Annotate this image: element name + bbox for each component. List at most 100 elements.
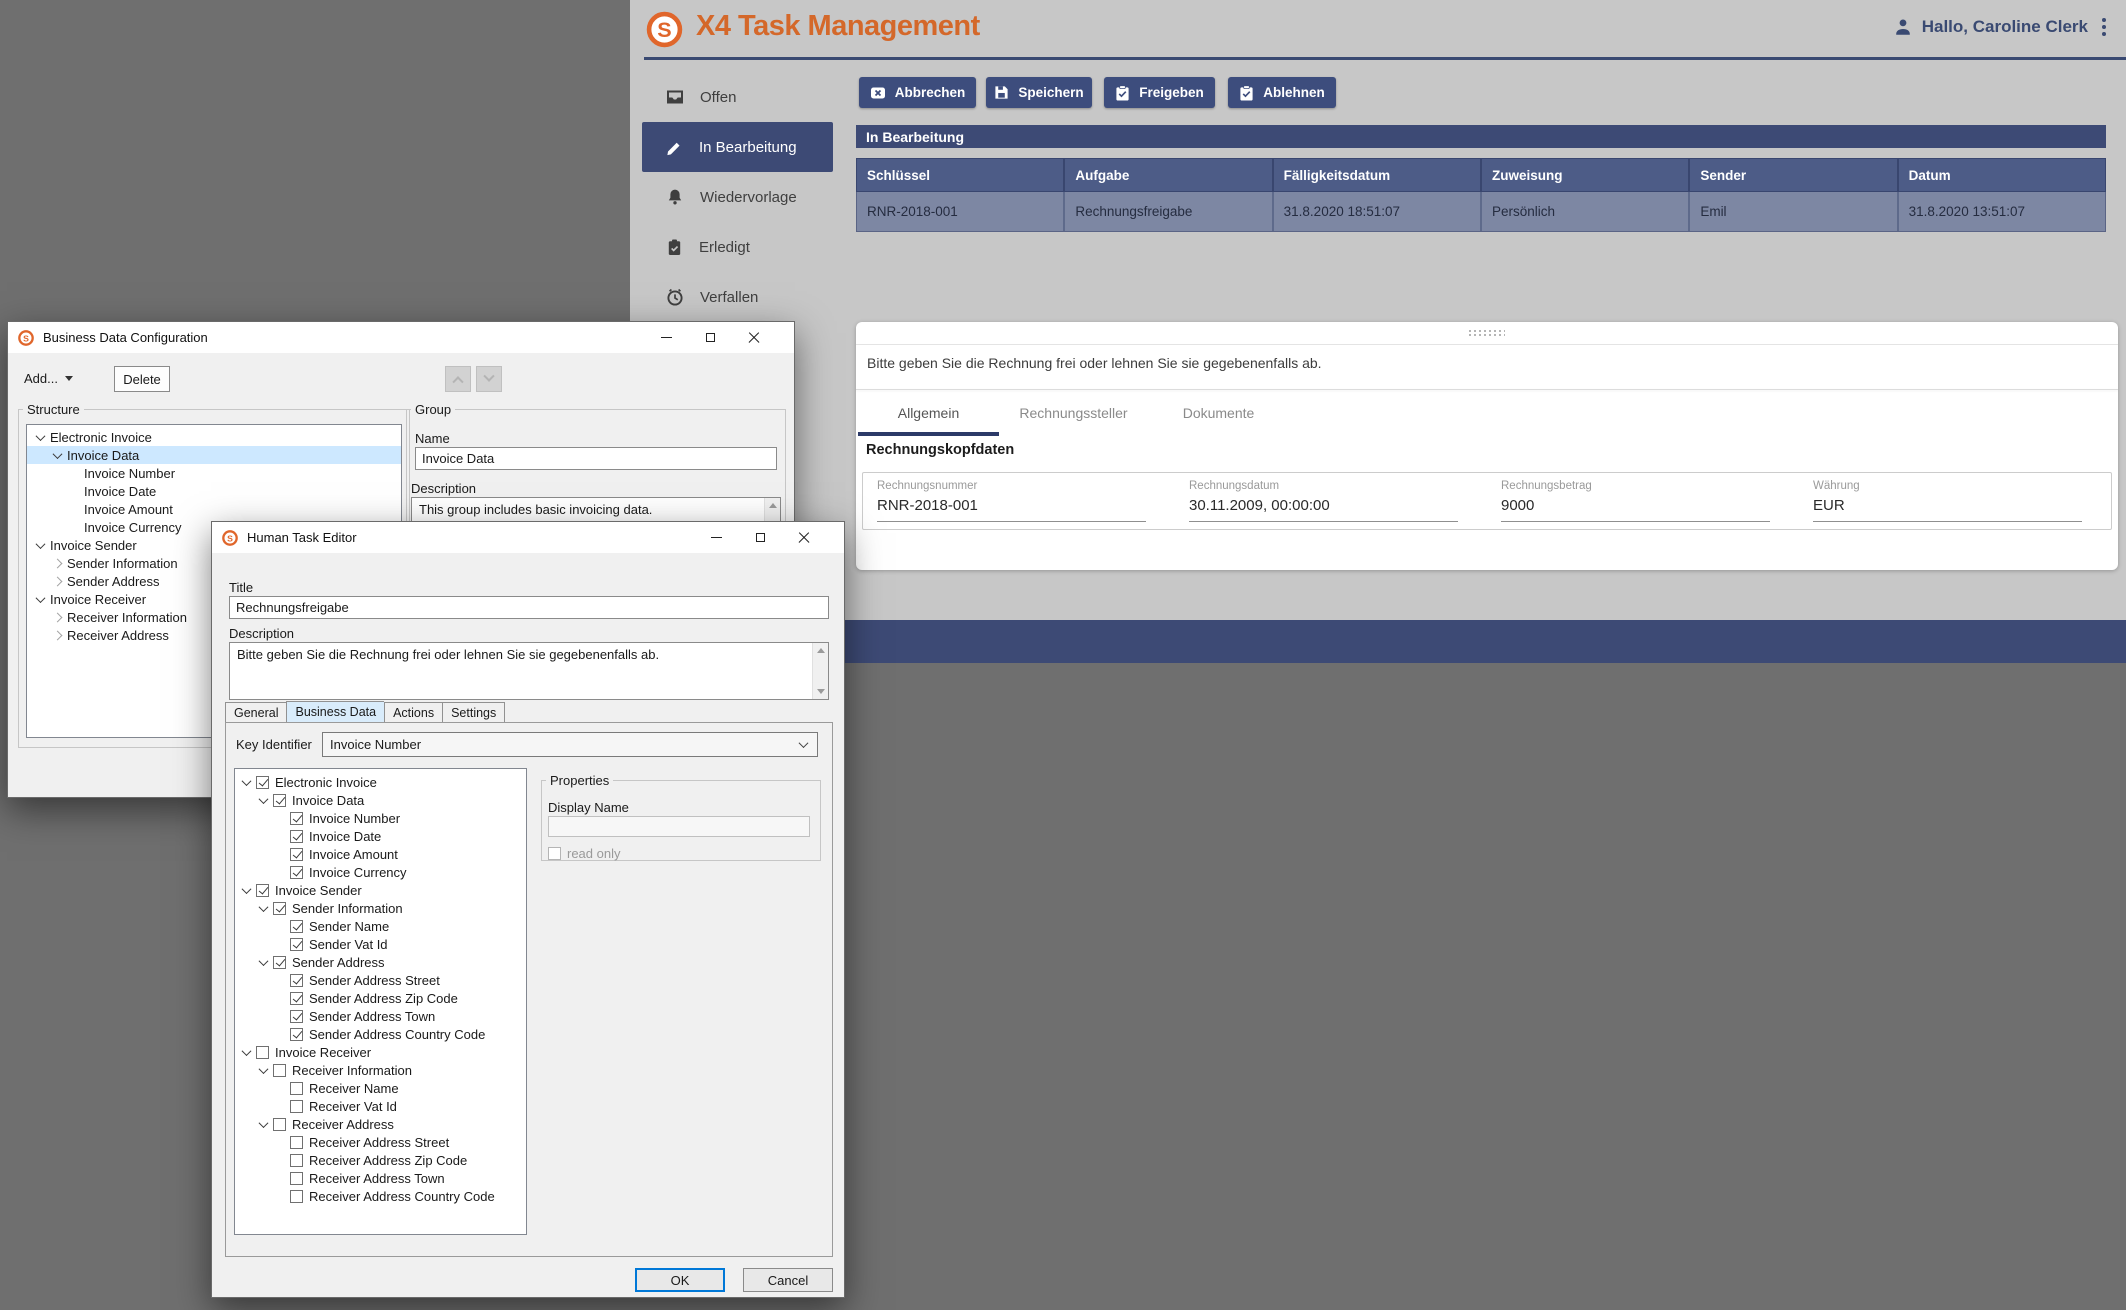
tree-node[interactable]: Invoice Amount [235, 845, 526, 863]
window-titlebar[interactable]: S Human Task Editor [212, 522, 844, 553]
tree-checkbox[interactable] [290, 992, 303, 1005]
tree-checkbox[interactable] [290, 1154, 303, 1167]
tree-checkbox[interactable] [273, 956, 286, 969]
ok-button[interactable]: OK [635, 1268, 725, 1292]
column-header[interactable]: Datum [1899, 159, 2105, 191]
window-titlebar[interactable]: S Business Data Configuration [8, 322, 794, 353]
column-header[interactable]: Schlüssel [857, 159, 1065, 191]
tree-chevron-icon[interactable] [36, 431, 46, 441]
tree-node[interactable]: Receiver Address Street [235, 1133, 526, 1151]
column-header[interactable]: Fälligkeitsdatum [1274, 159, 1482, 191]
user-menu[interactable]: Hallo, Caroline Clerk [1892, 16, 2112, 38]
tree-checkbox[interactable] [273, 902, 286, 915]
tree-chevron-icon[interactable] [259, 1118, 269, 1128]
close-button[interactable] [782, 522, 826, 553]
tree-node[interactable]: Sender Address Street [235, 971, 526, 989]
read-only-checkbox[interactable] [548, 847, 561, 860]
field-value[interactable]: RNR-2018-001 [877, 497, 1146, 522]
tree-checkbox[interactable] [290, 812, 303, 825]
speichern-button[interactable]: Speichern [986, 77, 1092, 108]
maximize-button[interactable] [688, 322, 732, 353]
tree-checkbox[interactable] [273, 794, 286, 807]
tab-general[interactable]: General [225, 702, 286, 723]
tree-node[interactable]: Sender Vat Id [235, 935, 526, 953]
tree-chevron-icon[interactable] [53, 558, 63, 568]
tree-checkbox[interactable] [256, 884, 269, 897]
tree-checkbox[interactable] [290, 1028, 303, 1041]
field-value[interactable]: EUR [1813, 497, 2082, 522]
tree-node[interactable]: Invoice Data [27, 446, 401, 464]
table-row[interactable]: RNR-2018-001Rechnungsfreigabe31.8.2020 1… [856, 192, 2106, 232]
tree-chevron-icon[interactable] [53, 449, 63, 459]
tree-checkbox[interactable] [290, 1082, 303, 1095]
tree-node[interactable]: Invoice Date [235, 827, 526, 845]
scrollbar[interactable] [812, 643, 828, 699]
tree-checkbox[interactable] [290, 1190, 303, 1203]
tab-business-data[interactable]: Business Data [286, 701, 384, 723]
tree-checkbox[interactable] [256, 1046, 269, 1059]
column-header[interactable]: Zuweisung [1482, 159, 1690, 191]
tree-chevron-icon[interactable] [259, 902, 269, 912]
tree-node[interactable]: Receiver Information [235, 1061, 526, 1079]
tree-chevron-icon[interactable] [53, 576, 63, 586]
tree-chevron-icon[interactable] [259, 794, 269, 804]
drag-handle[interactable] [1469, 330, 1505, 338]
read-only-field[interactable]: read only [548, 846, 620, 861]
tree-checkbox[interactable] [290, 1136, 303, 1149]
tree-node[interactable]: Sender Address Country Code [235, 1025, 526, 1043]
column-header[interactable]: Sender [1690, 159, 1898, 191]
tree-checkbox[interactable] [290, 974, 303, 987]
ablehnen-button[interactable]: Ablehnen [1228, 77, 1336, 108]
tree-chevron-icon[interactable] [259, 956, 269, 966]
tab-dokumente[interactable]: Dokumente [1146, 390, 1291, 436]
description-textarea[interactable]: Bitte geben Sie die Rechnung frei oder l… [229, 642, 829, 700]
tree-node[interactable]: Receiver Address [235, 1115, 526, 1133]
tree-node[interactable]: Invoice Number [235, 809, 526, 827]
tree-node[interactable]: Receiver Address Town [235, 1169, 526, 1187]
tree-checkbox[interactable] [290, 848, 303, 861]
maximize-button[interactable] [738, 522, 782, 553]
sidebar-item-offen[interactable]: Offen [630, 72, 845, 122]
tree-checkbox[interactable] [290, 920, 303, 933]
tree-chevron-icon[interactable] [36, 539, 46, 549]
tree-chevron-icon[interactable] [53, 630, 63, 640]
tree-chevron-icon[interactable] [53, 612, 63, 622]
tree-node[interactable]: Invoice Currency [235, 863, 526, 881]
tree-chevron-icon[interactable] [242, 776, 252, 786]
tree-checkbox[interactable] [290, 938, 303, 951]
tree-node[interactable]: Electronic Invoice [235, 773, 526, 791]
field-value[interactable]: 9000 [1501, 497, 1770, 522]
key-identifier-dropdown[interactable]: Invoice Number [322, 732, 818, 757]
tree-node[interactable]: Sender Address Town [235, 1007, 526, 1025]
tree-node[interactable]: Receiver Address Zip Code [235, 1151, 526, 1169]
display-name-input[interactable] [548, 816, 810, 837]
tab-actions[interactable]: Actions [384, 702, 442, 723]
tree-checkbox[interactable] [290, 830, 303, 843]
minimize-button[interactable] [644, 322, 688, 353]
delete-button[interactable]: Delete [114, 366, 170, 392]
tree-node[interactable]: Sender Address Zip Code [235, 989, 526, 1007]
tree-node[interactable]: Sender Address [235, 953, 526, 971]
close-button[interactable] [732, 322, 776, 353]
cancel-button[interactable]: Cancel [743, 1268, 833, 1292]
tree-checkbox[interactable] [273, 1064, 286, 1077]
tree-node[interactable]: Sender Information [235, 899, 526, 917]
tab-allgemein[interactable]: Allgemein [856, 390, 1001, 436]
tree-chevron-icon[interactable] [242, 1046, 252, 1056]
name-input[interactable]: Invoice Data [415, 447, 777, 470]
tree-checkbox[interactable] [290, 1100, 303, 1113]
tree-chevron-icon[interactable] [36, 593, 46, 603]
tree-chevron-icon[interactable] [259, 1064, 269, 1074]
tree-node[interactable]: Sender Name [235, 917, 526, 935]
tree-node[interactable]: Receiver Name [235, 1079, 526, 1097]
tree-checkbox[interactable] [290, 1010, 303, 1023]
column-header[interactable]: Aufgabe [1065, 159, 1273, 191]
sidebar-item-erledigt[interactable]: Erledigt [630, 222, 845, 272]
scroll-up-icon[interactable] [817, 648, 825, 653]
tree-node[interactable]: Receiver Address Country Code [235, 1187, 526, 1205]
tab-rechnungssteller[interactable]: Rechnungssteller [1001, 390, 1146, 436]
scroll-up-icon[interactable] [769, 503, 777, 508]
tree-node[interactable]: Invoice Date [27, 482, 401, 500]
add-dropdown-button[interactable]: Add... [24, 371, 73, 386]
tree-checkbox[interactable] [273, 1118, 286, 1131]
